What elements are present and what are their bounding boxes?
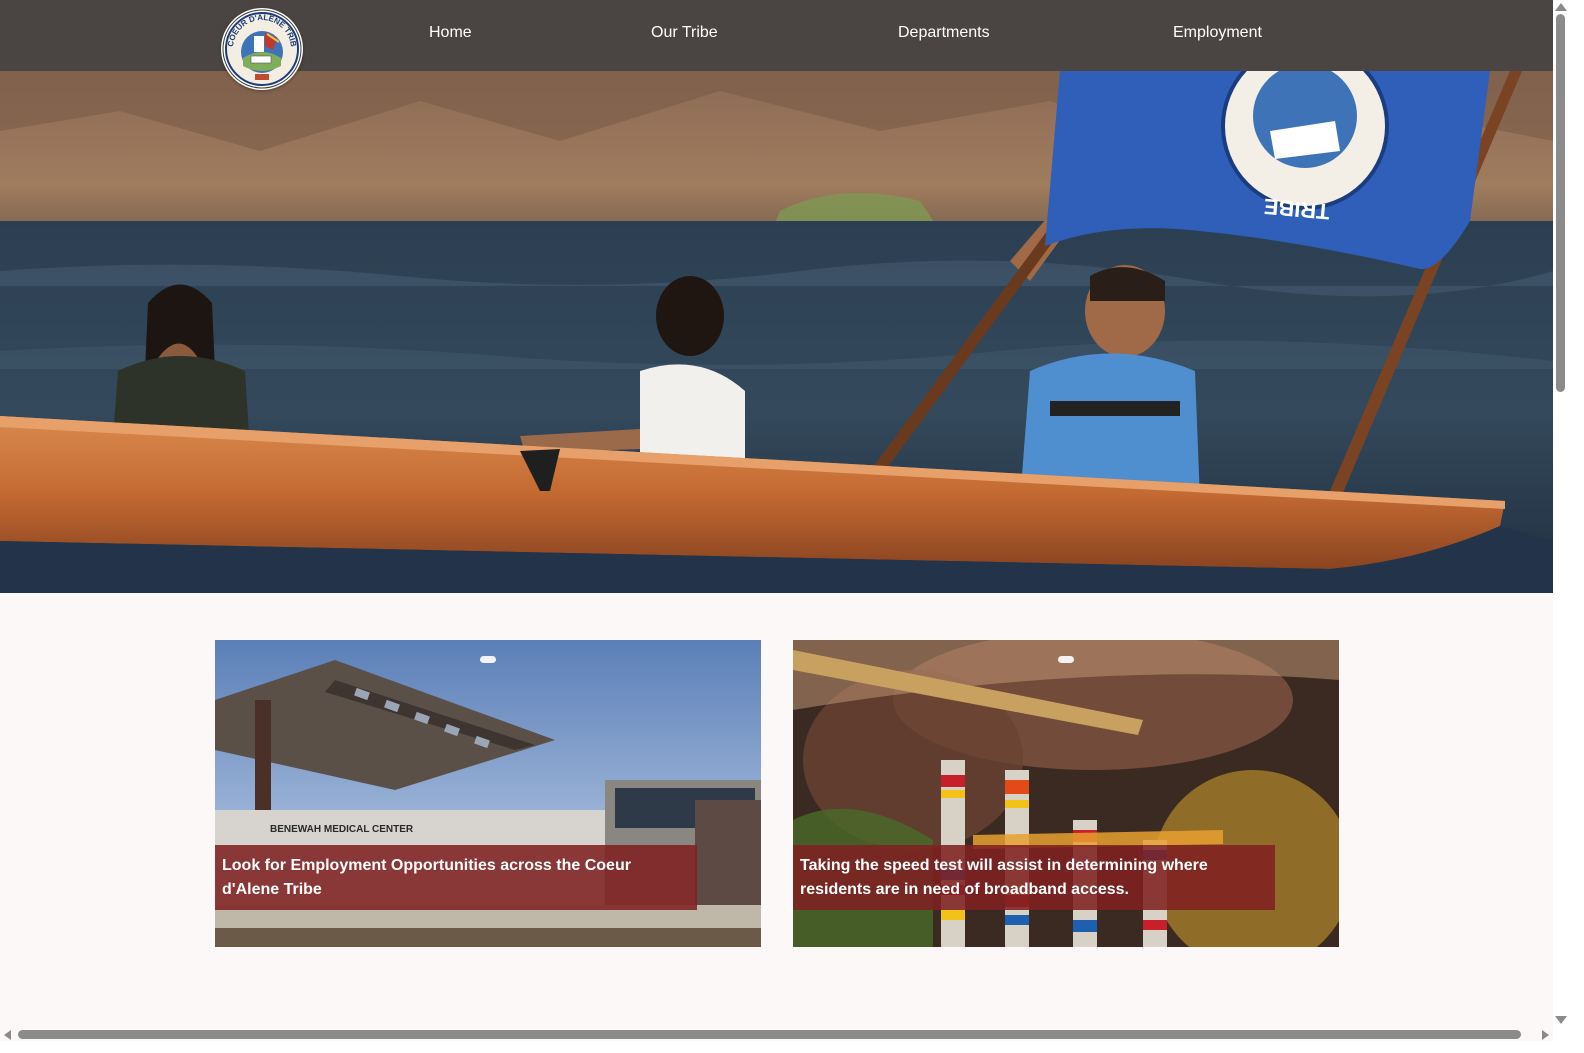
scroll-left-arrow-icon[interactable] (4, 1030, 11, 1040)
medical-center-sign: BENEWAH MEDICAL CENTER (270, 824, 414, 835)
carousel-dot[interactable] (480, 656, 496, 663)
hero-canoe-image: TRIBE (0, 71, 1553, 593)
nav-home-link[interactable]: Home (429, 24, 472, 42)
scroll-right-arrow-icon[interactable] (1542, 1030, 1549, 1040)
horizontal-scroll-thumb[interactable] (18, 1030, 1521, 1039)
scroll-down-arrow-icon[interactable] (1555, 1016, 1567, 1024)
scroll-up-arrow-icon[interactable] (1555, 3, 1567, 11)
nav-departments-link[interactable]: Departments (898, 24, 990, 42)
carousel-dot[interactable] (1058, 656, 1074, 663)
nav-employment-link[interactable]: Employment (1173, 24, 1262, 42)
employment-card[interactable]: BENEWAH MEDICAL CENTER Look for Employme… (215, 640, 761, 947)
tribe-seal-icon: COEUR D'ALENE TRIBE (221, 8, 302, 89)
broadband-card[interactable]: Taking the speed test will assist in det… (793, 640, 1339, 947)
nav-our-tribe-link[interactable]: Our Tribe (651, 24, 718, 42)
horizontal-scrollbar[interactable] (0, 1041, 1584, 1053)
page: Home Our Tribe Departments Employment CO… (0, 0, 1553, 1041)
hero-banner: TRIBE (0, 71, 1553, 593)
vertical-scroll-thumb[interactable] (1556, 14, 1565, 392)
broadband-card-caption: Taking the speed test will assist in det… (793, 845, 1275, 910)
employment-card-caption: Look for Employment Opportunities across… (215, 845, 697, 910)
tribe-logo[interactable]: COEUR D'ALENE TRIBE (221, 8, 303, 90)
